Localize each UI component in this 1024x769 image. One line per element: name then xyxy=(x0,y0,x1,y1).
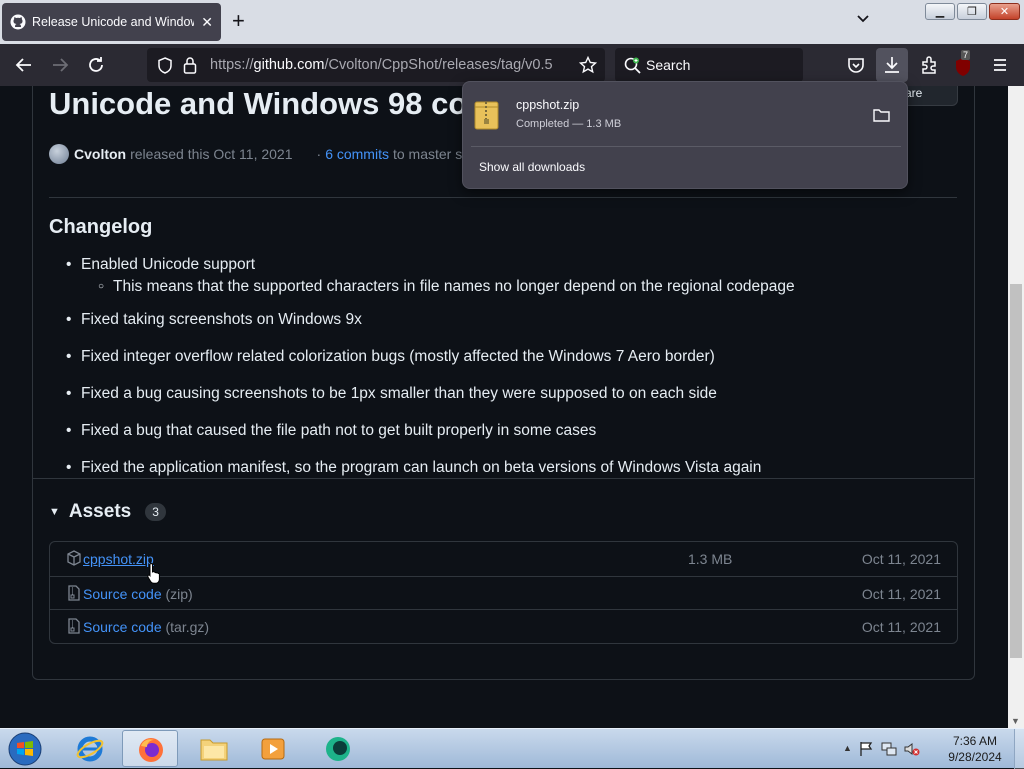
asset-row: cppshot.zip 1.3 MB Oct 11, 2021 xyxy=(50,542,957,576)
reload-icon[interactable] xyxy=(86,55,106,75)
clock-time: 7:36 AM xyxy=(952,734,998,748)
file-zip-icon xyxy=(68,584,80,601)
changelog-item: Fixed taking screenshots on Windows 9x xyxy=(66,311,795,329)
asset-date: Oct 11, 2021 xyxy=(861,585,941,602)
folder-icon[interactable] xyxy=(873,108,890,122)
changelog-heading: Changelog xyxy=(49,216,153,238)
divider xyxy=(471,146,901,147)
pocket-icon[interactable] xyxy=(846,55,866,75)
assets-toggle[interactable]: ▼ Assets 3 xyxy=(49,501,166,523)
triangle-down-icon: ▼ xyxy=(49,506,60,518)
downloads-panel: cppshot.zip Completed — 1.3 MB Show all … xyxy=(462,81,908,189)
new-tab-button[interactable]: + xyxy=(232,10,245,32)
taskbar-app[interactable] xyxy=(308,730,364,767)
avatar[interactable] xyxy=(49,144,69,164)
assets-heading: Assets xyxy=(68,501,132,522)
volume-muted-icon[interactable] xyxy=(904,741,920,757)
asset-size: 1.3 MB xyxy=(688,551,733,567)
navigation-toolbar: https://github.com/Cvolton/CppShot/relea… xyxy=(0,44,1024,86)
menu-icon[interactable] xyxy=(990,55,1010,75)
asset-link[interactable]: Source code (tar.gz) xyxy=(83,619,209,635)
system-tray: ▲ xyxy=(843,741,920,757)
divider xyxy=(49,197,957,198)
taskbar-ie[interactable] xyxy=(62,730,118,767)
firefox-icon xyxy=(139,738,163,762)
taskbar-firefox[interactable] xyxy=(122,730,178,767)
download-icon xyxy=(885,57,899,73)
download-status: Completed — 1.3 MB xyxy=(516,118,622,130)
divider xyxy=(33,478,974,479)
extensions-icon[interactable] xyxy=(919,55,939,75)
meta-separator: · xyxy=(316,146,322,162)
scrollbar-thumb[interactable] xyxy=(1010,284,1022,658)
taskbar: ▲ 7:36 AM 9/28/2024 xyxy=(0,728,1024,769)
restore-button[interactable]: ❐ xyxy=(957,3,987,20)
assets-count-badge: 3 xyxy=(145,503,166,521)
star-icon[interactable] xyxy=(579,56,597,74)
forward-arrow-icon[interactable] xyxy=(50,55,70,75)
media-player-icon xyxy=(261,738,285,760)
hand-cursor-icon xyxy=(147,562,160,584)
assets-list: cppshot.zip 1.3 MB Oct 11, 2021 Source c… xyxy=(49,541,958,644)
author-link[interactable]: Cvolton xyxy=(74,146,126,162)
changelog-item: Fixed a bug that caused the file path no… xyxy=(66,422,795,440)
asset-date: Oct 11, 2021 xyxy=(861,551,941,567)
download-file-name[interactable]: cppshot.zip xyxy=(516,98,579,112)
asset-link[interactable]: Source code (zip) xyxy=(83,586,193,602)
clock[interactable]: 7:36 AM 9/28/2024 xyxy=(940,733,1010,765)
url-text[interactable]: https://github.com/Cvolton/CppShot/relea… xyxy=(210,57,553,73)
downloads-button[interactable] xyxy=(876,48,908,82)
changelog-subitem: This means that the supported characters… xyxy=(98,278,795,296)
asset-row: Source code (zip) Oct 11, 2021 xyxy=(50,575,957,610)
taskbar-media-player[interactable] xyxy=(245,730,301,767)
chevron-down-icon[interactable] xyxy=(856,12,870,26)
asset-date: Oct 11, 2021 xyxy=(861,619,941,635)
ublock-extension[interactable]: 7 xyxy=(954,50,974,77)
file-zip-icon xyxy=(68,618,80,634)
minimize-button[interactable]: ▁ xyxy=(925,3,955,20)
ublock-icon xyxy=(956,58,970,76)
github-icon xyxy=(10,14,26,30)
clock-date: 9/28/2024 xyxy=(948,750,1002,764)
lock-icon[interactable] xyxy=(183,56,197,74)
asset-row: Source code (tar.gz) Oct 11, 2021 xyxy=(50,609,957,643)
changelog-list: Enabled Unicode support This means that … xyxy=(66,256,795,487)
taskbar-explorer[interactable] xyxy=(185,730,241,767)
show-desktop-button[interactable] xyxy=(1014,729,1024,769)
show-all-downloads-button[interactable]: Show all downloads xyxy=(479,160,585,174)
commits-link[interactable]: 6 commits xyxy=(325,146,389,162)
changelog-item: Fixed the application manifest, so the p… xyxy=(66,459,795,477)
back-arrow-icon[interactable] xyxy=(14,55,34,75)
action-center-flag-icon[interactable] xyxy=(859,741,874,757)
zip-folder-icon xyxy=(474,101,499,130)
search-box[interactable]: Search xyxy=(615,48,803,82)
folder-icon xyxy=(200,739,228,761)
tab-title: Release Unicode and Windows 98 compatibi… xyxy=(32,15,194,29)
windows-start-icon[interactable] xyxy=(5,731,45,767)
release-title: Unicode and Windows 98 co xyxy=(49,86,468,121)
changelog-item: Fixed a bug causing screenshots to be 1p… xyxy=(66,385,795,403)
browser-tab[interactable]: Release Unicode and Windows 98 compatibi… xyxy=(2,3,221,41)
release-meta: Cvolton released this Oct 11, 2021 · 6 c… xyxy=(49,144,473,164)
close-window-button[interactable]: ✕ xyxy=(989,3,1020,20)
package-icon xyxy=(67,550,81,566)
close-tab-icon[interactable]: ✕ xyxy=(201,14,213,31)
asset-link[interactable]: cppshot.zip xyxy=(83,551,154,567)
url-bar[interactable]: https://github.com/Cvolton/CppShot/relea… xyxy=(147,48,605,82)
search-placeholder: Search xyxy=(646,57,691,73)
network-icon[interactable] xyxy=(881,741,897,757)
chat-app-icon xyxy=(326,737,350,761)
changelog-item: Enabled Unicode support xyxy=(66,256,795,274)
released-text: released this Oct 11, 2021 xyxy=(130,146,293,162)
scroll-down-icon[interactable]: ▼ xyxy=(1011,716,1020,726)
internet-explorer-icon xyxy=(76,736,104,762)
changelog-item: Fixed integer overflow related colorizat… xyxy=(66,348,795,366)
tray-expand-icon[interactable]: ▲ xyxy=(843,743,852,757)
shield-icon[interactable] xyxy=(157,57,173,74)
extension-badge: 7 xyxy=(961,50,971,60)
search-engine-icon xyxy=(624,57,641,74)
tab-bar: Release Unicode and Windows 98 compatibi… xyxy=(0,0,1024,44)
page-scrollbar[interactable]: ▼ xyxy=(1008,86,1024,728)
